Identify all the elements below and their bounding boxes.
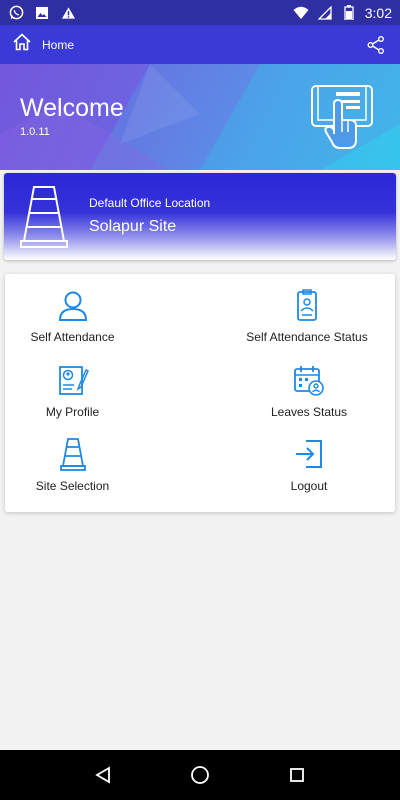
leaves-status-button[interactable]: Leaves Status [219,363,399,433]
welcome-title: Welcome [20,94,124,122]
default-location-card[interactable]: Default Office Location Solapur Site [4,173,396,260]
back-icon[interactable] [83,755,123,795]
status-time: 3:02 [364,4,392,21]
profile-document-icon [56,363,90,397]
logout-icon [292,437,326,471]
site-selection-label: Site Selection [35,479,110,493]
self-attendance-status-label: Self Attendance Status [246,330,368,344]
app-version: 1.0.11 [20,126,50,138]
recents-icon[interactable] [277,755,317,795]
share-icon[interactable] [364,33,388,57]
logout-button[interactable]: Logout [219,437,399,507]
traffic-cone-icon [20,186,68,248]
image-icon [34,5,50,21]
id-badge-icon [290,288,324,322]
navigation-bar [0,750,400,800]
self-attendance-status-button[interactable]: Self Attendance Status [217,288,397,358]
logout-label: Logout [290,479,328,493]
user-icon [56,288,90,322]
wifi-icon [293,5,309,21]
self-attendance-button[interactable]: Self Attendance [5,288,140,358]
leaves-status-label: Leaves Status [270,405,348,419]
app-screen: 3:02 Home Welcome 1.0.11 Default Office … [0,0,400,800]
status-bar: 3:02 [0,0,400,25]
menu-grid: Self Attendance Self Attendance Status M… [5,274,395,512]
app-bar: Home [0,25,400,64]
battery-icon [341,5,357,21]
calendar-user-icon [292,363,326,397]
touch-screen-icon [311,85,373,149]
signal-icon [317,5,333,21]
warning-icon [60,5,76,21]
notification-icons [8,5,76,21]
system-icons: 3:02 [293,5,392,21]
page-title: Home [42,37,75,52]
traffic-cone-icon [56,437,90,471]
location-label: Default Office Location [89,196,211,210]
welcome-banner: Welcome 1.0.11 [0,64,400,170]
home-circle-icon[interactable] [180,755,220,795]
my-profile-label: My Profile [45,405,100,419]
home-icon[interactable] [12,32,32,57]
whatsapp-icon [8,5,24,21]
location-value: Solapur Site [89,218,177,235]
my-profile-button[interactable]: My Profile [5,363,140,433]
self-attendance-label: Self Attendance [30,330,115,344]
site-selection-button[interactable]: Site Selection [5,437,140,507]
